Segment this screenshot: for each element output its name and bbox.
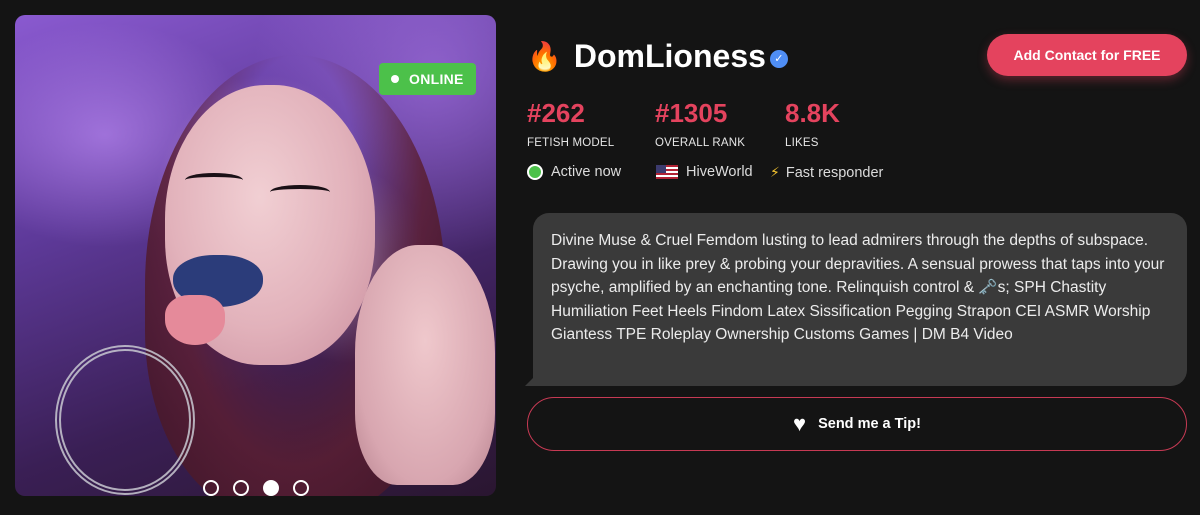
profile-name: DomLioness — [573, 38, 766, 74]
profile-header: 🔥 DomLioness ✓ — [527, 38, 788, 75]
photo-hand — [355, 245, 495, 485]
stat-value: #1305 — [655, 98, 728, 128]
photo-prop — [55, 345, 195, 495]
active-dot-icon — [527, 164, 543, 180]
active-status-label: Active now — [551, 164, 622, 180]
responder-label: Fast responder — [785, 164, 884, 181]
stat-label: OVERALL RANK — [655, 137, 746, 149]
carousel-dot[interactable] — [202, 480, 219, 496]
bio-bubble: Divine Muse & Cruel Femdom lusting to le… — [533, 213, 1187, 386]
lightning-icon: ⚡ — [770, 164, 780, 180]
site-label: HiveWorld — [686, 164, 753, 180]
stat-overall-rank: #1305 OVERALL RANK — [655, 98, 745, 149]
bio-text: Divine Muse & Cruel Femdom lusting to le… — [551, 232, 1165, 343]
carousel-dot[interactable] — [262, 480, 279, 496]
online-badge: ONLINE — [379, 63, 476, 95]
photo-eye — [185, 173, 243, 187]
profile-photo[interactable]: ONLINE — [15, 15, 496, 496]
site-info: HiveWorld — [656, 164, 753, 180]
photo-carousel-dots — [15, 480, 496, 496]
active-status: Active now — [527, 164, 621, 180]
send-tip-label: Send me a Tip! — [818, 416, 921, 432]
online-dot-icon — [391, 75, 399, 83]
carousel-dot[interactable] — [292, 480, 309, 496]
photo-tongue — [165, 295, 225, 345]
send-tip-button[interactable]: ♥ Send me a Tip! — [527, 397, 1187, 451]
photo-eye — [270, 185, 330, 199]
heart-icon: ♥ — [793, 411, 807, 436]
fire-icon: 🔥 — [527, 40, 562, 72]
responder-info: ⚡ Fast responder — [770, 164, 883, 181]
carousel-dot[interactable] — [232, 480, 249, 496]
verified-check-icon: ✓ — [769, 49, 788, 68]
add-contact-button[interactable]: Add Contact for FREE — [987, 34, 1187, 76]
stat-label: LIKES — [785, 137, 819, 149]
stat-label: FETISH MODEL — [527, 137, 615, 149]
stat-value: 8.8K — [785, 98, 840, 128]
stat-fetish-model: #262 FETISH MODEL — [527, 98, 614, 149]
stat-value: #262 — [527, 98, 585, 128]
us-flag-icon — [656, 165, 678, 179]
stat-likes: 8.8K LIKES — [785, 98, 840, 149]
online-badge-label: ONLINE — [409, 71, 464, 87]
